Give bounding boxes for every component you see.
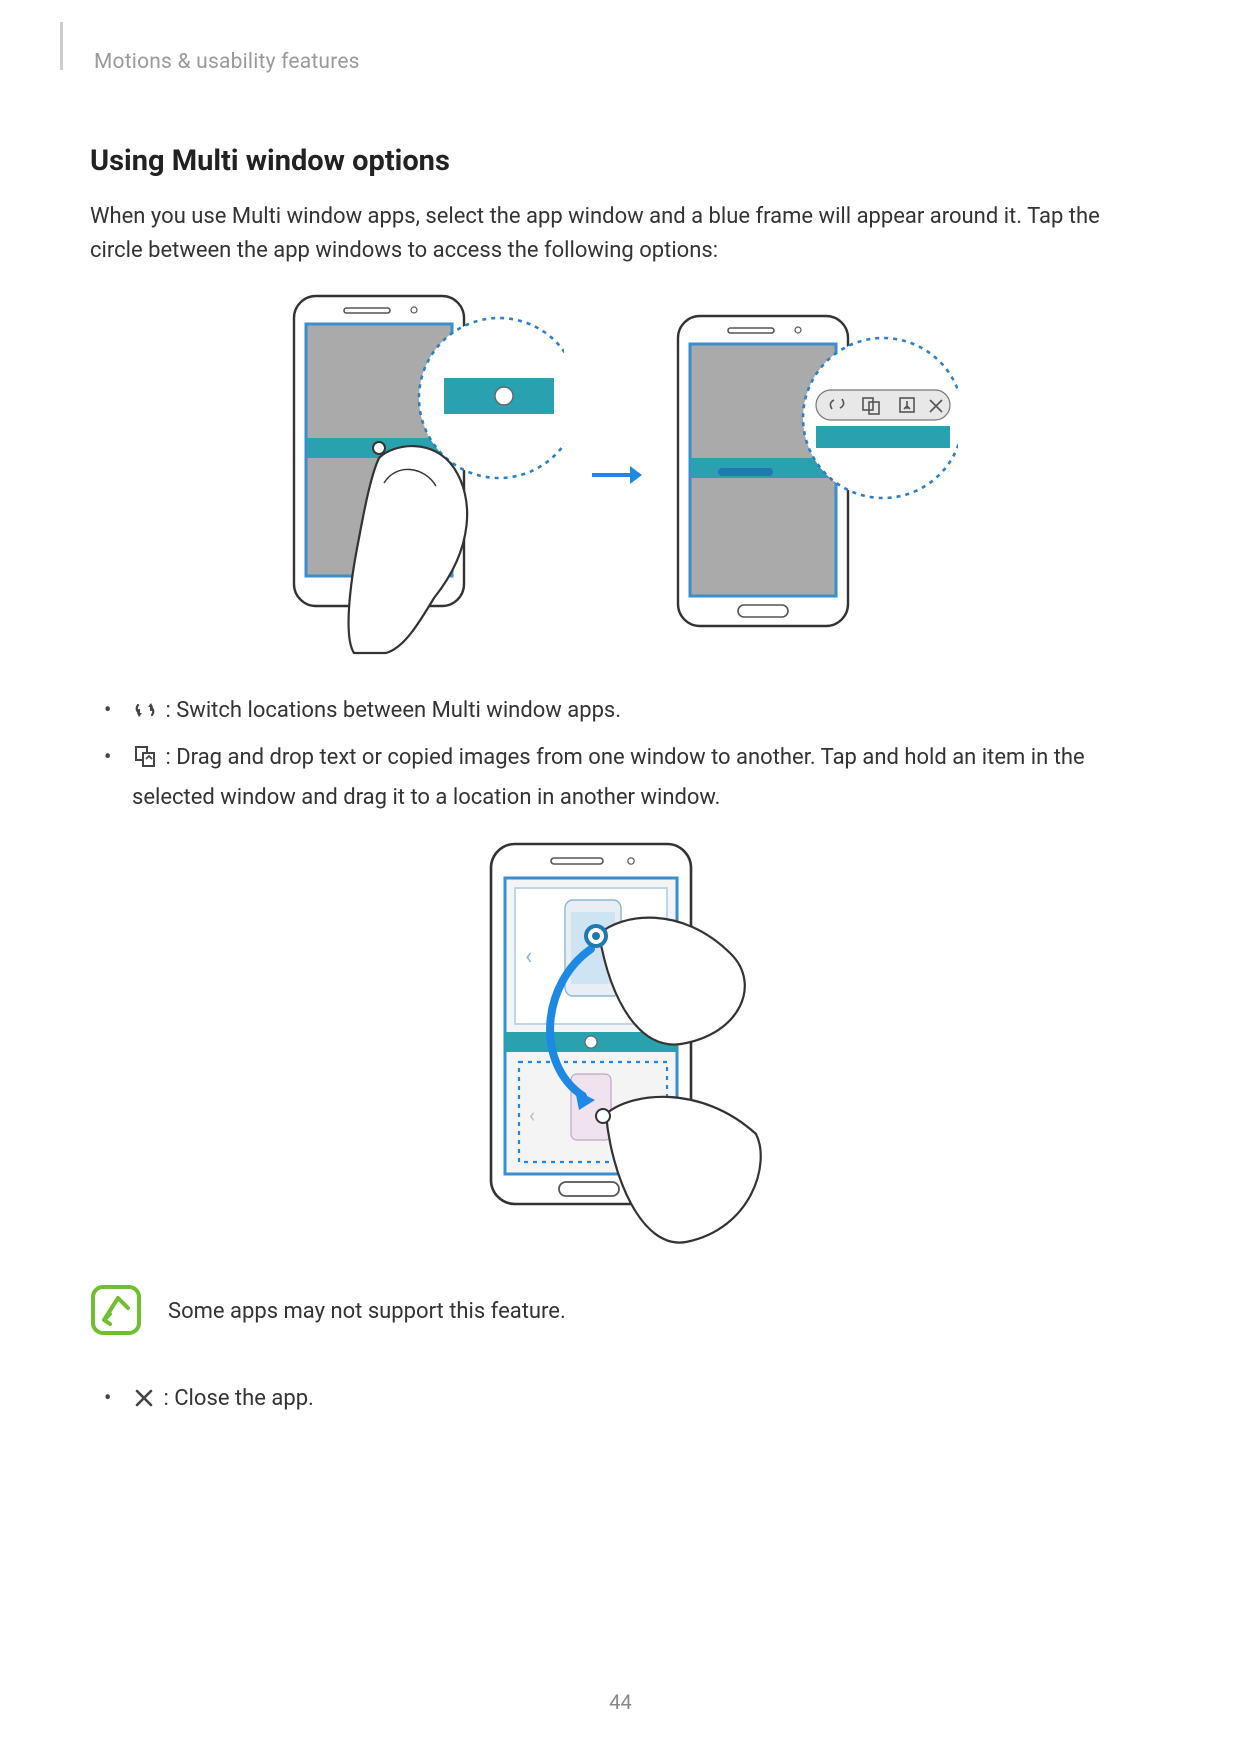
drag-content-icon: [134, 742, 156, 779]
arrow-right-icon: [590, 462, 642, 488]
manual-page: Motions & usability features Using Multi…: [0, 0, 1241, 1754]
svg-text:‹: ‹: [529, 1103, 535, 1127]
bullet-drag-text: : Drag and drop text or copied images fr…: [132, 745, 1085, 810]
svg-text:‹: ‹: [525, 942, 532, 970]
options-bullet-list: : Switch locations between Multi window …: [90, 692, 1151, 816]
breadcrumb: Motions & usability features: [94, 50, 1151, 74]
page-number: 44: [0, 1690, 1241, 1714]
note-text: Some apps may not support this feature.: [168, 1295, 566, 1329]
close-icon: [134, 1383, 154, 1420]
bullet-switch-text: : Switch locations between Multi window …: [160, 698, 621, 723]
note-row: Some apps may not support this feature.: [90, 1284, 1151, 1340]
illustration-drag-drop: ‹ › ‹ ›: [90, 834, 1151, 1254]
close-bullet-list: : Close the app.: [90, 1380, 1151, 1420]
illustration-row-1: [90, 288, 1151, 662]
bullet-drag: : Drag and drop text or copied images fr…: [124, 739, 1151, 817]
section-heading: Using Multi window options: [90, 144, 1151, 178]
bullet-close-text: : Close the app.: [158, 1386, 314, 1411]
bullet-close: : Close the app.: [124, 1380, 1151, 1420]
note-icon: [90, 1284, 142, 1340]
phone-illustration-left: [284, 288, 564, 662]
intro-paragraph: When you use Multi window apps, select t…: [90, 200, 1151, 268]
switch-icon: [134, 695, 156, 732]
header-rule: [60, 22, 63, 70]
phone-illustration-right: [668, 308, 958, 642]
bullet-switch: : Switch locations between Multi window …: [124, 692, 1151, 732]
